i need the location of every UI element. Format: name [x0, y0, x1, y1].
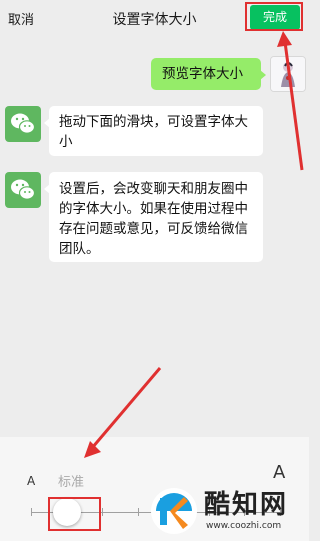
current-size-label: 标准 [58, 475, 85, 490]
user-avatar-icon [270, 56, 306, 92]
bubble-tail [260, 70, 266, 80]
wechat-logo-icon [5, 172, 41, 208]
large-font-label: A [273, 462, 286, 483]
chat-message-user: 预览字体大小 [0, 55, 309, 95]
message-text: 拖动下面的滑块，可设置字体大小 [59, 114, 248, 150]
small-font-label: A [27, 474, 36, 488]
watermark: 酷知网 www.coozhi.com [148, 482, 308, 541]
watermark-url: www.coozhi.com [206, 521, 282, 531]
bubble-tail [44, 184, 50, 194]
watermark-brand: 酷知网 [204, 490, 289, 520]
slider-tick [102, 508, 103, 516]
top-bar: 取消 设置字体大小 完成 [0, 0, 309, 36]
message-text: 设置后，会改变聊天和朋友圈中的字体大小。如果在使用过程中存在问题或意见，可反馈给… [59, 181, 248, 257]
slider-tick [31, 508, 32, 516]
chat-bubble: 拖动下面的滑块，可设置字体大小 [44, 106, 263, 156]
slider-tick [138, 508, 139, 516]
preview-text: 预览字体大小 [162, 66, 243, 82]
bubble-tail [44, 118, 50, 128]
preview-bubble: 预览字体大小 [151, 58, 266, 90]
highlight-box-done [245, 2, 303, 31]
coozhi-logo-icon [151, 488, 197, 534]
chat-message-wechat: 设置后，会改变聊天和朋友圈中的字体大小。如果在使用过程中存在问题或意见，可反馈给… [0, 172, 309, 268]
chat-bubble: 设置后，会改变聊天和朋友圈中的字体大小。如果在使用过程中存在问题或意见，可反馈给… [44, 172, 263, 262]
wechat-logo-icon [5, 106, 41, 142]
highlight-box-slider [48, 497, 101, 531]
chat-message-wechat: 拖动下面的滑块，可设置字体大小 [0, 106, 309, 162]
